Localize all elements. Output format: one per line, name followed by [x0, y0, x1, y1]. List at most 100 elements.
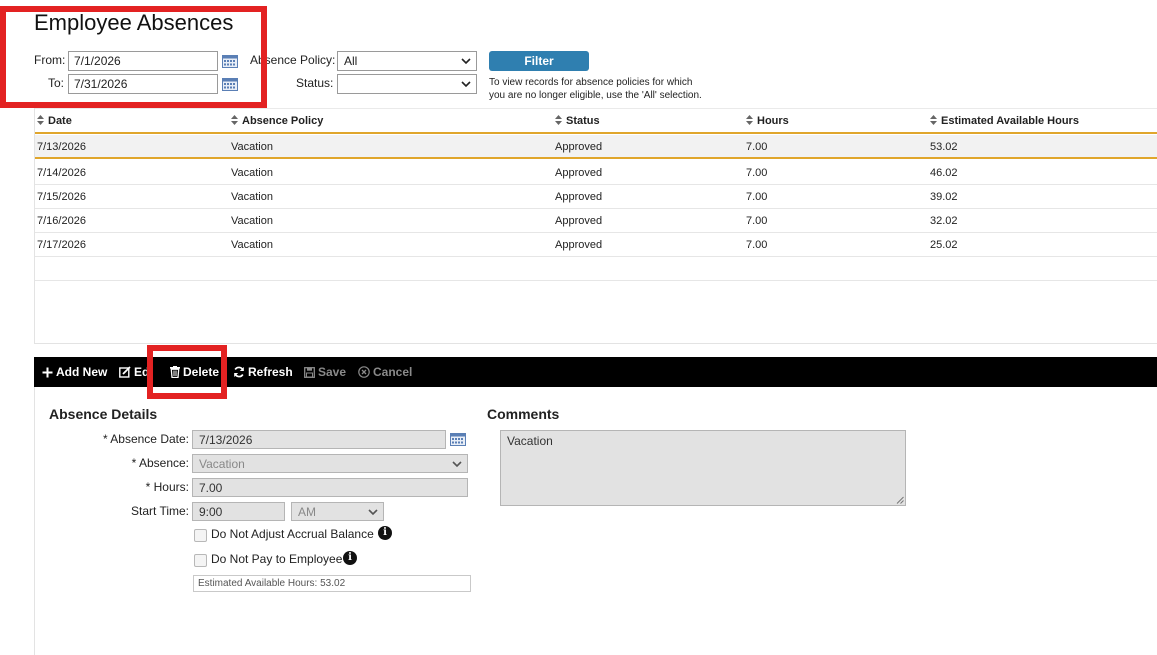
start-time-field[interactable]: 9:00: [192, 502, 285, 521]
cell-date: 7/13/2026: [37, 141, 86, 153]
column-label: Status: [566, 115, 600, 127]
sort-icon: [746, 115, 753, 125]
refresh-button[interactable]: Refresh: [233, 357, 293, 387]
ampm-value: AM: [298, 505, 316, 519]
no-pay-checkbox[interactable]: [194, 554, 207, 567]
column-header-hours[interactable]: Hours: [746, 115, 789, 127]
absence-policy-select[interactable]: All: [337, 51, 477, 71]
table-row-empty: [35, 257, 1157, 281]
info-icon[interactable]: i: [343, 551, 357, 565]
cell-policy: Vacation: [231, 215, 273, 227]
absence-select-value: Vacation: [199, 457, 245, 471]
absence-label: * Absence:: [131, 456, 189, 470]
cell-estimated-hours: 32.02: [930, 215, 958, 227]
cell-status: Approved: [555, 191, 603, 203]
cell-status: Approved: [555, 141, 603, 153]
add-new-button[interactable]: Add New: [42, 357, 107, 387]
highlight-box-delete: [147, 345, 227, 399]
cell-date: 7/15/2026: [37, 191, 86, 203]
add-new-label: Add New: [56, 365, 108, 379]
absence-select[interactable]: Vacation: [192, 454, 468, 473]
column-label: Hours: [757, 115, 789, 127]
cell-policy: Vacation: [231, 141, 273, 153]
filter-hint: To view records for absence policies for…: [489, 76, 729, 102]
cell-hours: 7.00: [746, 167, 768, 179]
table-row[interactable]: 7/17/2026 Vacation Approved 7.00 25.02: [35, 233, 1157, 257]
no-adjust-accrual-label: Do Not Adjust Accrual Balance: [211, 527, 374, 541]
column-header-date[interactable]: Date: [37, 115, 72, 127]
status-label: Status:: [296, 76, 334, 90]
cell-estimated-hours: 25.02: [930, 239, 958, 251]
chevron-down-icon: [368, 509, 378, 516]
cell-status: Approved: [555, 167, 603, 179]
cell-date: 7/17/2026: [37, 239, 86, 251]
column-label: Estimated Available Hours: [941, 115, 1079, 127]
comments-value: Vacation: [507, 434, 553, 448]
cell-estimated-hours: 46.02: [930, 167, 958, 179]
edit-icon: [119, 366, 131, 378]
save-label: Save: [318, 365, 347, 379]
start-time-label: Start Time:: [130, 504, 189, 518]
plus-icon: [42, 367, 53, 378]
refresh-icon: [234, 366, 244, 378]
hours-value: 7.00: [199, 481, 223, 495]
info-icon[interactable]: i: [378, 526, 392, 540]
absence-date-label: * Absence Date:: [102, 432, 189, 446]
comments-textarea[interactable]: Vacation: [500, 430, 906, 506]
filter-button[interactable]: Filter: [489, 51, 589, 71]
cell-estimated-hours: 39.02: [930, 191, 958, 203]
cell-policy: Vacation: [231, 167, 273, 179]
cell-hours: 7.00: [746, 215, 768, 227]
cancel-button[interactable]: Cancel: [358, 357, 412, 387]
cell-status: Approved: [555, 239, 603, 251]
absence-date-value: 7/13/2026: [199, 433, 253, 447]
no-pay-label: Do Not Pay to Employee: [211, 552, 343, 566]
column-header-absence-policy[interactable]: Absence Policy: [231, 115, 323, 127]
no-adjust-accrual-checkbox[interactable]: [194, 529, 207, 542]
edit-button[interactable]: Ed: [119, 357, 149, 387]
cell-date: 7/16/2026: [37, 215, 86, 227]
column-header-estimated-available-hours[interactable]: Estimated Available Hours: [930, 115, 1079, 127]
cell-policy: Vacation: [231, 191, 273, 203]
resize-handle-icon[interactable]: [896, 496, 904, 504]
comments-title: Comments: [487, 406, 560, 422]
calendar-icon[interactable]: [450, 433, 466, 446]
details-border: [34, 387, 35, 655]
estimated-hours-display: Estimated Available Hours: 53.02: [193, 575, 471, 592]
start-time-value: 9:00: [199, 505, 223, 519]
cell-estimated-hours: 53.02: [930, 141, 958, 153]
cell-date: 7/14/2026: [37, 167, 86, 179]
sort-icon: [930, 115, 937, 125]
chevron-down-icon: [461, 81, 471, 88]
grid-header: Date Absence Policy Status Hours Estimat…: [35, 108, 1157, 134]
highlight-box-date-range: [0, 6, 267, 108]
cell-hours: 7.00: [746, 141, 768, 153]
cell-hours: 7.00: [746, 191, 768, 203]
table-row[interactable]: 7/13/2026 Vacation Approved 7.00 53.02: [35, 135, 1157, 159]
cell-status: Approved: [555, 215, 603, 227]
filter-hint-line2: you are no longer eligible, use the 'All…: [489, 90, 702, 101]
absence-date-field[interactable]: 7/13/2026: [192, 430, 446, 449]
hours-label: * Hours:: [145, 480, 189, 494]
save-button[interactable]: Save: [304, 357, 346, 387]
cell-policy: Vacation: [231, 239, 273, 251]
sort-icon: [37, 115, 44, 125]
cancel-label: Cancel: [373, 365, 413, 379]
table-row[interactable]: 7/16/2026 Vacation Approved 7.00 32.02: [35, 209, 1157, 233]
filter-hint-line1: To view records for absence policies for…: [489, 77, 693, 88]
column-label: Absence Policy: [242, 115, 324, 127]
status-select[interactable]: [337, 74, 477, 94]
absence-details-title: Absence Details: [49, 406, 158, 422]
table-row[interactable]: 7/15/2026 Vacation Approved 7.00 39.02: [35, 185, 1157, 209]
save-icon: [304, 367, 315, 378]
ampm-select[interactable]: AM: [291, 502, 384, 521]
refresh-label: Refresh: [248, 365, 293, 379]
sort-icon: [231, 115, 238, 125]
cell-hours: 7.00: [746, 239, 768, 251]
hours-field[interactable]: 7.00: [192, 478, 468, 497]
sort-icon: [555, 115, 562, 125]
cancel-icon: [358, 366, 370, 378]
column-header-status[interactable]: Status: [555, 115, 600, 127]
table-row[interactable]: 7/14/2026 Vacation Approved 7.00 46.02: [35, 161, 1157, 185]
chevron-down-icon: [452, 461, 462, 468]
